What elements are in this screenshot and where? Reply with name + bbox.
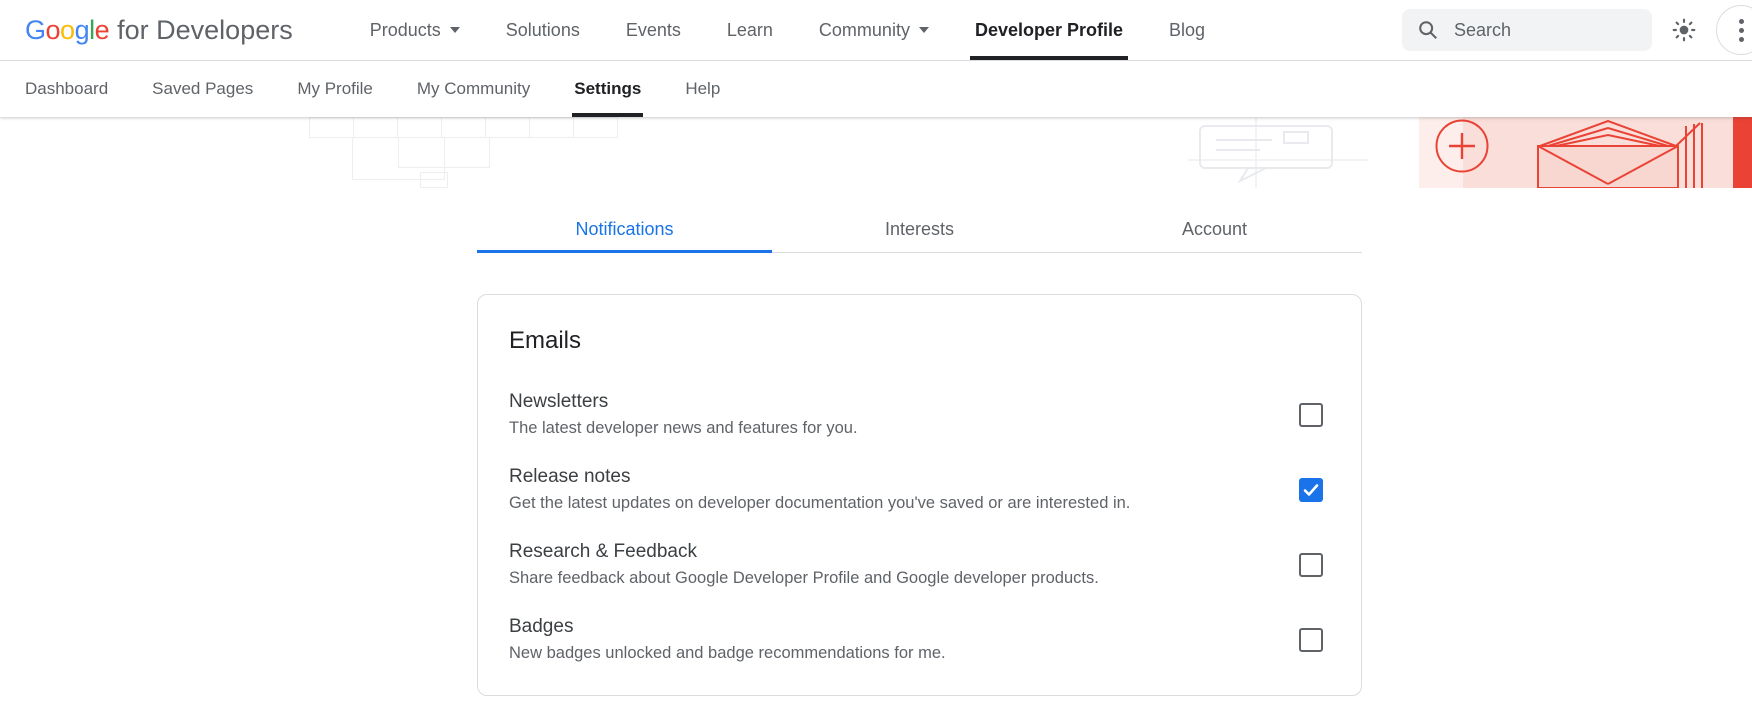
subnav-item-label: My Profile xyxy=(297,79,373,99)
logo-letter: g xyxy=(75,15,90,45)
email-setting-description: New badges unlocked and badge recommenda… xyxy=(509,643,946,663)
google-developers-logo[interactable]: Google for Developers xyxy=(25,15,293,46)
google-wordmark: Google xyxy=(25,15,109,46)
settings-tabs: NotificationsInterestsAccount xyxy=(477,218,1362,253)
decorative-grid-cell xyxy=(309,117,354,138)
email-setting-description: Get the latest updates on developer docu… xyxy=(509,493,1130,513)
logo-suffix: for Developers xyxy=(117,15,293,46)
email-setting-text: Badges New badges unlocked and badge reco… xyxy=(509,616,946,663)
release-notes-checkbox[interactable] xyxy=(1299,478,1323,502)
email-setting-row: Research & Feedback Share feedback about … xyxy=(509,541,1323,588)
decorative-grid-cell xyxy=(441,117,486,138)
subnav-item-label: Help xyxy=(685,79,720,99)
email-setting-title: Release notes xyxy=(509,466,1130,488)
checkmark-icon xyxy=(1302,481,1320,499)
nav-item-label: Events xyxy=(626,20,681,41)
subnav-item-settings[interactable]: Settings xyxy=(552,61,663,117)
nav-item-label: Community xyxy=(819,20,910,41)
card-title: Emails xyxy=(509,327,1323,355)
badges-checkbox[interactable] xyxy=(1299,628,1323,652)
tab-notifications[interactable]: Notifications xyxy=(477,218,772,253)
email-setting-title: Research & Feedback xyxy=(509,541,1099,563)
email-setting-description: The latest developer news and features f… xyxy=(509,418,858,438)
email-setting-text: Newsletters The latest developer news and… xyxy=(509,391,858,438)
primary-nav: Products Solutions Events Learn Community Dev… xyxy=(347,0,1228,60)
search-box[interactable] xyxy=(1402,9,1652,51)
logo-letter: e xyxy=(95,15,110,45)
subnav-item-my-community[interactable]: My Community xyxy=(395,61,552,117)
email-settings-list: Newsletters The latest developer news and… xyxy=(509,391,1323,663)
search-icon xyxy=(1417,19,1439,41)
account-menu-button[interactable] xyxy=(1716,5,1752,55)
decorative-grid-cell xyxy=(529,117,574,138)
nav-item-label: Developer Profile xyxy=(975,20,1123,41)
subnav-item-label: Settings xyxy=(574,79,641,99)
subnav-item-label: My Community xyxy=(417,79,530,99)
decorative-grid xyxy=(310,117,618,138)
email-setting-text: Release notes Get the latest updates on d… xyxy=(509,466,1130,513)
subnav-item-dashboard[interactable]: Dashboard xyxy=(3,61,130,117)
chevron-down-icon xyxy=(919,27,929,33)
logo-letter: o xyxy=(46,15,61,45)
subnav-item-label: Dashboard xyxy=(25,79,108,99)
subnav-item-help[interactable]: Help xyxy=(663,61,742,117)
kebab-dot xyxy=(1739,37,1744,42)
banner-red-bar xyxy=(1733,117,1752,188)
profile-sub-nav: Dashboard Saved Pages My Profile My Communi… xyxy=(0,61,1752,117)
email-setting-title: Newsletters xyxy=(509,391,858,413)
decorative-grid-cell xyxy=(353,117,398,138)
emails-card: Emails Newsletters The latest developer n… xyxy=(477,294,1362,696)
top-nav: Google for Developers Products Solutions E… xyxy=(0,0,1752,61)
hero-banner xyxy=(0,117,1752,188)
nav-item-developer-profile[interactable]: Developer Profile xyxy=(952,0,1146,60)
decorative-grid-cell xyxy=(573,117,618,138)
nav-item-solutions[interactable]: Solutions xyxy=(483,0,603,60)
nav-item-label: Learn xyxy=(727,20,773,41)
logo-letter: G xyxy=(25,15,46,45)
chevron-down-icon xyxy=(450,27,460,33)
decorative-grid-box xyxy=(420,172,448,188)
nav-item-products[interactable]: Products xyxy=(347,0,483,60)
subnav-item-my-profile[interactable]: My Profile xyxy=(275,61,395,117)
nav-item-learn[interactable]: Learn xyxy=(704,0,796,60)
chat-bubble-illustration xyxy=(1188,118,1368,188)
tab-interests[interactable]: Interests xyxy=(772,218,1067,253)
decorative-grid-cell xyxy=(397,117,442,138)
kebab-dot xyxy=(1739,28,1744,33)
tab-account[interactable]: Account xyxy=(1067,218,1362,253)
kebab-dot xyxy=(1739,19,1744,24)
decorative-grid-cell xyxy=(485,117,530,138)
newsletters-checkbox[interactable] xyxy=(1299,403,1323,427)
logo-letter: o xyxy=(60,15,75,45)
search-input[interactable] xyxy=(1452,19,1632,42)
page: Google for Developers Products Solutions E… xyxy=(0,0,1752,721)
nav-item-blog[interactable]: Blog xyxy=(1146,0,1228,60)
nav-item-label: Products xyxy=(370,20,441,41)
envelope-illustration xyxy=(1528,120,1728,188)
email-setting-row: Newsletters The latest developer news and… xyxy=(509,391,1323,438)
email-setting-row: Release notes Get the latest updates on d… xyxy=(509,466,1323,513)
subnav-item-label: Saved Pages xyxy=(152,79,253,99)
nav-item-label: Blog xyxy=(1169,20,1205,41)
theme-toggle-button[interactable] xyxy=(1662,8,1706,52)
email-setting-row: Badges New badges unlocked and badge reco… xyxy=(509,616,1323,663)
nav-item-events[interactable]: Events xyxy=(603,0,704,60)
subnav-item-saved-pages[interactable]: Saved Pages xyxy=(130,61,275,117)
nav-item-community[interactable]: Community xyxy=(796,0,952,60)
nav-item-label: Solutions xyxy=(506,20,580,41)
research-feedback-checkbox[interactable] xyxy=(1299,553,1323,577)
decorative-grid-box xyxy=(398,137,490,168)
email-setting-description: Share feedback about Google Developer Pr… xyxy=(509,568,1099,588)
light-mode-sun-icon xyxy=(1671,17,1697,43)
plus-circle-icon xyxy=(1433,118,1491,176)
email-setting-title: Badges xyxy=(509,616,946,638)
email-setting-text: Research & Feedback Share feedback about … xyxy=(509,541,1099,588)
